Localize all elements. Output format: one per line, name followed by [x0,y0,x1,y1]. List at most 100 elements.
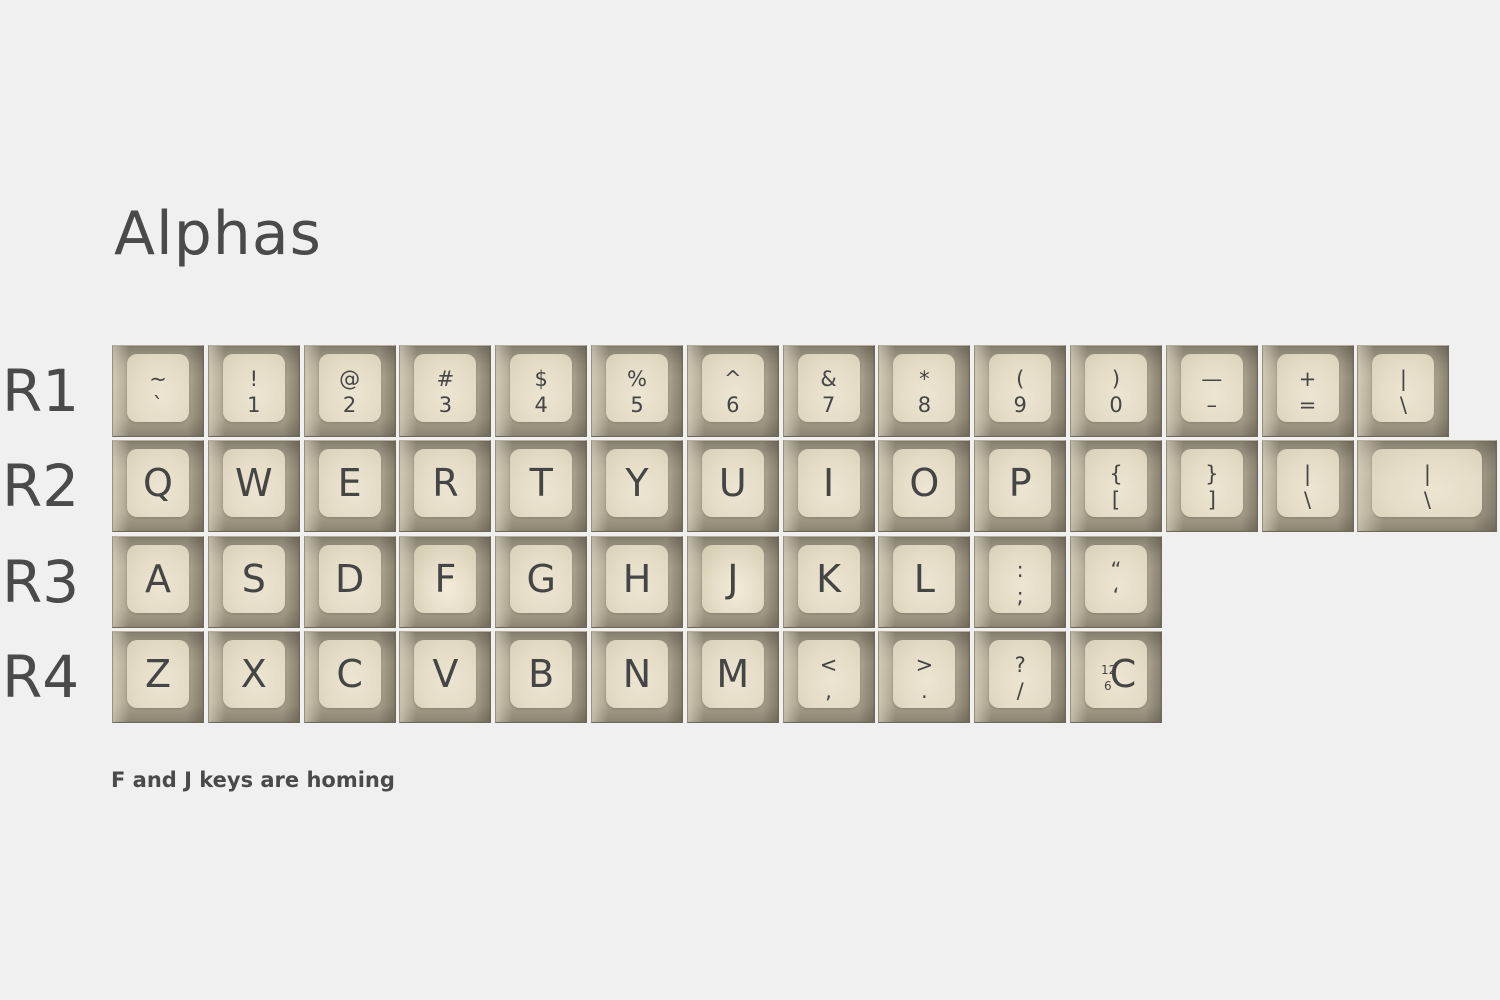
keycap: (9 [974,345,1067,437]
key-legend-base: 8 [917,393,932,417]
key-legend-shift: ? [1014,653,1026,677]
key-legend: O [909,461,940,505]
key-legend-base: = [1298,393,1317,417]
keycap: ~ ` [112,345,204,437]
key-legend-base: ] [1207,488,1216,512]
key-legend-base: ` [152,393,164,417]
keycap-top: S [222,545,285,613]
keycap: & 7 [782,345,875,437]
keycap: — – [1165,345,1258,437]
keycap-top: :; [989,545,1052,613]
key-legend-base: . [921,679,928,703]
key-legend-base: / [1016,679,1024,703]
keycap-top: B [510,640,573,708]
keycap-top: H [606,545,668,613]
key-legend-base: \ [1399,393,1407,417]
keycap-top: ) 0 [1085,354,1147,422]
keycap-top: + = [1276,354,1339,422]
key-legend-shift: ( [1016,367,1025,391]
key-legend-shift: + [1298,367,1317,391]
keycap-top: <, [797,640,860,708]
keycap-top: ~ ` [127,354,189,422]
keycap-top: D [318,545,381,613]
homing-note: F and J keys are homing [111,768,395,792]
key-legend: E [337,461,362,505]
key-legend-base: 5 [630,393,644,417]
key-legend-base: 0 [1109,393,1123,417]
keycap: “‘ [1070,536,1162,628]
keycap: A [112,536,204,628]
keycap: X [207,631,300,723]
keycap: C 12 6 [1070,631,1162,723]
keycap-top: K [797,545,860,613]
keycap: I [782,440,875,532]
keycap-top: — – [1180,354,1243,422]
keycap-top: A [127,545,189,613]
keycap: G [495,536,588,628]
keycap: P [974,440,1067,532]
keycap-top: “‘ [1085,545,1147,613]
key-legend-shift: < [819,653,838,677]
row-label-r4: R4 [2,643,80,711]
keycap: % 5 [591,345,683,437]
keycap: <, [782,631,875,723]
keycap: * 8 [878,345,971,437]
key-legend-shift: ! [249,367,258,391]
row-label-r1: R1 [2,357,80,425]
keycap-top: @2 [318,354,381,422]
key-legend-base: [ [1111,488,1121,512]
section-title: Alphas [114,199,322,269]
key-legend-base: 9 [1013,393,1027,417]
keycap: ! 1 [207,345,300,437]
keycap-top: J [701,545,764,613]
key-legend-shift: & [820,367,837,391]
homing-keycap: J [686,536,779,628]
keycap-top: C [318,640,381,708]
key-legend-shift: * [919,367,930,391]
key-legend-shift: @ [339,367,361,391]
keycap: S [207,536,300,628]
keycap-top: }] [1180,449,1243,517]
key-legend-shift: { [1109,462,1123,486]
key-legend-base: 7 [821,393,836,417]
clock-legend-6: 6 [1104,679,1112,693]
keycap-top: W [222,449,285,517]
keycap: | \ [1357,345,1450,437]
key-legend-base: \ [1304,488,1312,512]
keycap: C [303,631,396,723]
row-label-r2: R2 [2,452,80,520]
key-legend: L [913,557,935,601]
keycap-top: M [701,640,764,708]
key-legend-shift: ^ [723,367,742,391]
keycap-top: % 5 [606,354,668,422]
keycap: ? / [974,631,1067,723]
key-legend: P [1008,461,1032,505]
key-legend: Q [143,461,173,505]
key-legend-shift: % [627,367,647,391]
keycap: W [207,440,300,532]
keycap: L [878,536,971,628]
key-legend: M [716,652,750,696]
key-legend-base: 1 [247,393,261,417]
keycap: ^ 6 [686,345,779,437]
key-legend-shift: “ [1110,558,1122,582]
keycap-top: #3 [414,354,477,422]
keycap: D [303,536,396,628]
keycap-top: ^ 6 [701,354,764,422]
keycap-top: {[ [1085,449,1147,517]
key-legend: D [334,557,365,601]
keycap: V [399,631,492,723]
key-legend-base: 6 [726,393,740,417]
keycap-top: U [701,449,764,517]
key-legend: Z [144,652,172,696]
key-legend-base: ‘ [1112,584,1120,608]
keycap: E [303,440,396,532]
keycap: B [495,631,588,723]
keycap-top: | \ [1372,449,1483,517]
key-legend: J [727,557,739,601]
keycap-top: Q [127,449,189,517]
keycap-top: $4 [510,354,573,422]
homing-keycap: F [399,536,492,628]
keycap-top: F [414,545,477,613]
keycap-top: V [414,640,477,708]
